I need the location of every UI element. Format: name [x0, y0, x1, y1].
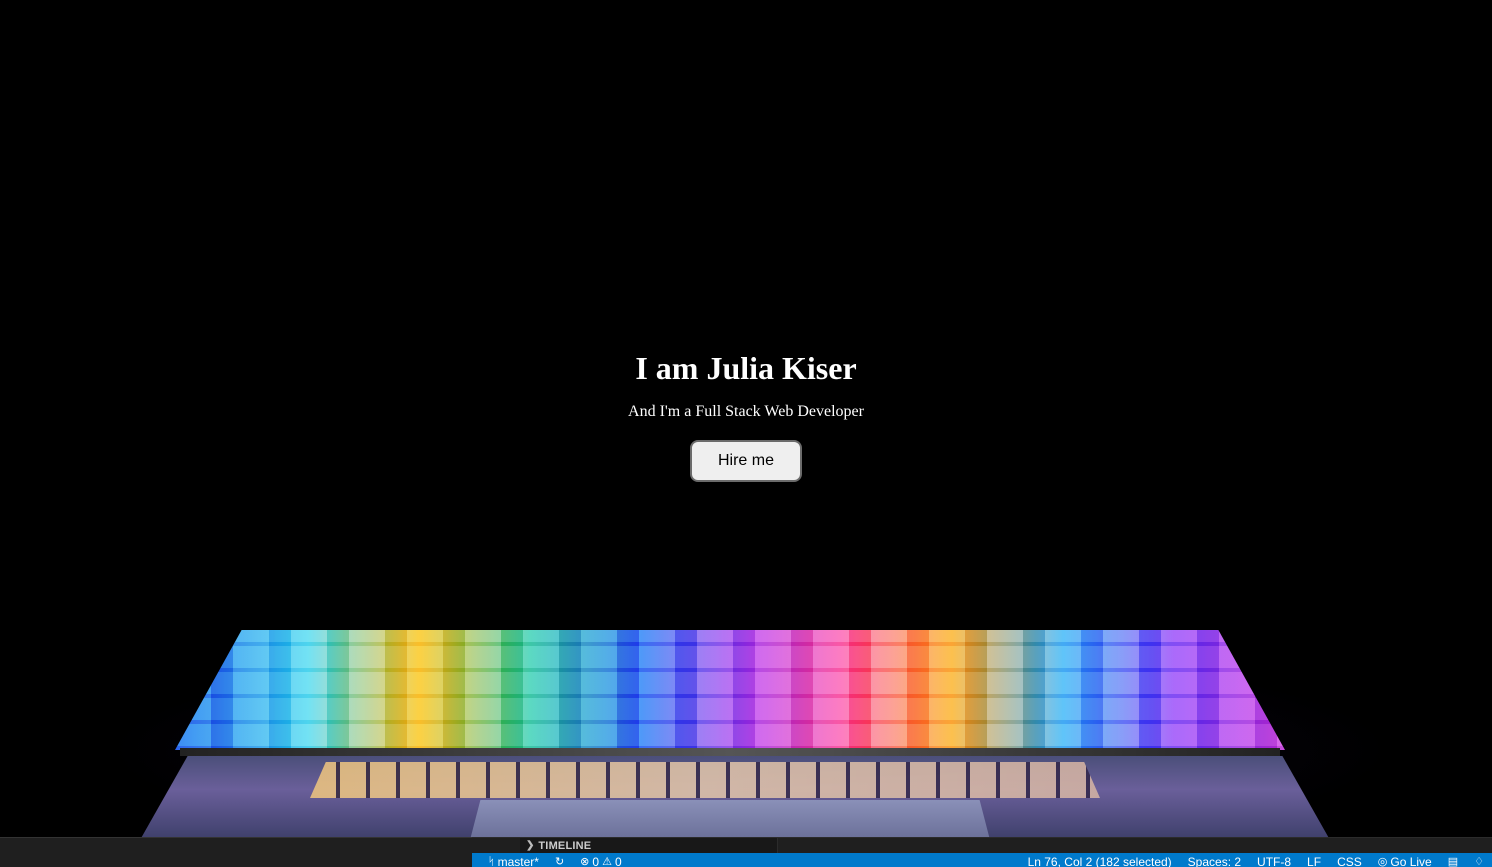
editor-sidebar-bottom [0, 837, 472, 867]
error-icon: ⊗ [580, 856, 590, 867]
timeline-label[interactable]: TIMELINE [538, 840, 591, 852]
sync-icon: ↻ [554, 856, 565, 867]
go-live-label: Go Live [1390, 855, 1432, 867]
laptop-trackpad [470, 800, 990, 840]
notifications-button[interactable]: ♢ [1466, 853, 1492, 867]
sync-button[interactable]: ↻ [547, 853, 572, 867]
cursor-position[interactable]: Ln 76, Col 2 (182 selected) [1020, 853, 1180, 867]
branch-name: master* [497, 855, 539, 867]
laptop-hinge [180, 748, 1280, 756]
hero-subtitle: And I'm a Full Stack Web Developer [628, 403, 864, 420]
hero-section: I am Julia Kiser And I'm a Full Stack We… [0, 340, 1492, 482]
feedback-button[interactable]: ▤ [1440, 853, 1466, 867]
hero-title: I am Julia Kiser [635, 350, 857, 386]
laptop-lid [175, 630, 1285, 750]
go-live-button[interactable]: ◎ Go Live [1370, 853, 1440, 867]
bell-icon: ♢ [1474, 856, 1484, 867]
timeline-gutter [472, 838, 520, 853]
encoding-status[interactable]: UTF-8 [1249, 853, 1299, 867]
warning-icon: ⚠ [602, 856, 612, 867]
git-branch-icon: ᛋ [488, 856, 495, 867]
status-bar-right: Ln 76, Col 2 (182 selected) Spaces: 2 UT… [1020, 853, 1492, 867]
language-mode[interactable]: CSS [1329, 853, 1370, 867]
browser-page: I am Julia Kiser And I'm a Full Stack We… [0, 0, 1492, 867]
status-bar: ᛋ master* ↻ ⊗ 0 ⚠ 0 Ln 76, Col 2 (182 se… [472, 853, 1492, 867]
feedback-icon: ▤ [1447, 856, 1459, 867]
indentation-status[interactable]: Spaces: 2 [1180, 853, 1249, 867]
hire-me-button[interactable]: Hire me [690, 440, 802, 482]
broadcast-icon: ◎ [1377, 856, 1388, 867]
eol-status[interactable]: LF [1299, 853, 1329, 867]
status-bar-left: ᛋ master* ↻ ⊗ 0 ⚠ 0 [472, 853, 630, 867]
timeline-panel-header[interactable]: ❯ TIMELINE [472, 837, 1492, 853]
error-count: 0 [592, 855, 600, 867]
laptop-keyboard [310, 762, 1100, 798]
chevron-right-icon[interactable]: ❯ [526, 840, 534, 851]
hero-laptop-image [0, 600, 1492, 840]
branch-status[interactable]: ᛋ master* [480, 853, 547, 867]
warning-count: 0 [614, 855, 622, 867]
panel-empty-area [777, 838, 1492, 853]
problems-status[interactable]: ⊗ 0 ⚠ 0 [572, 853, 629, 867]
